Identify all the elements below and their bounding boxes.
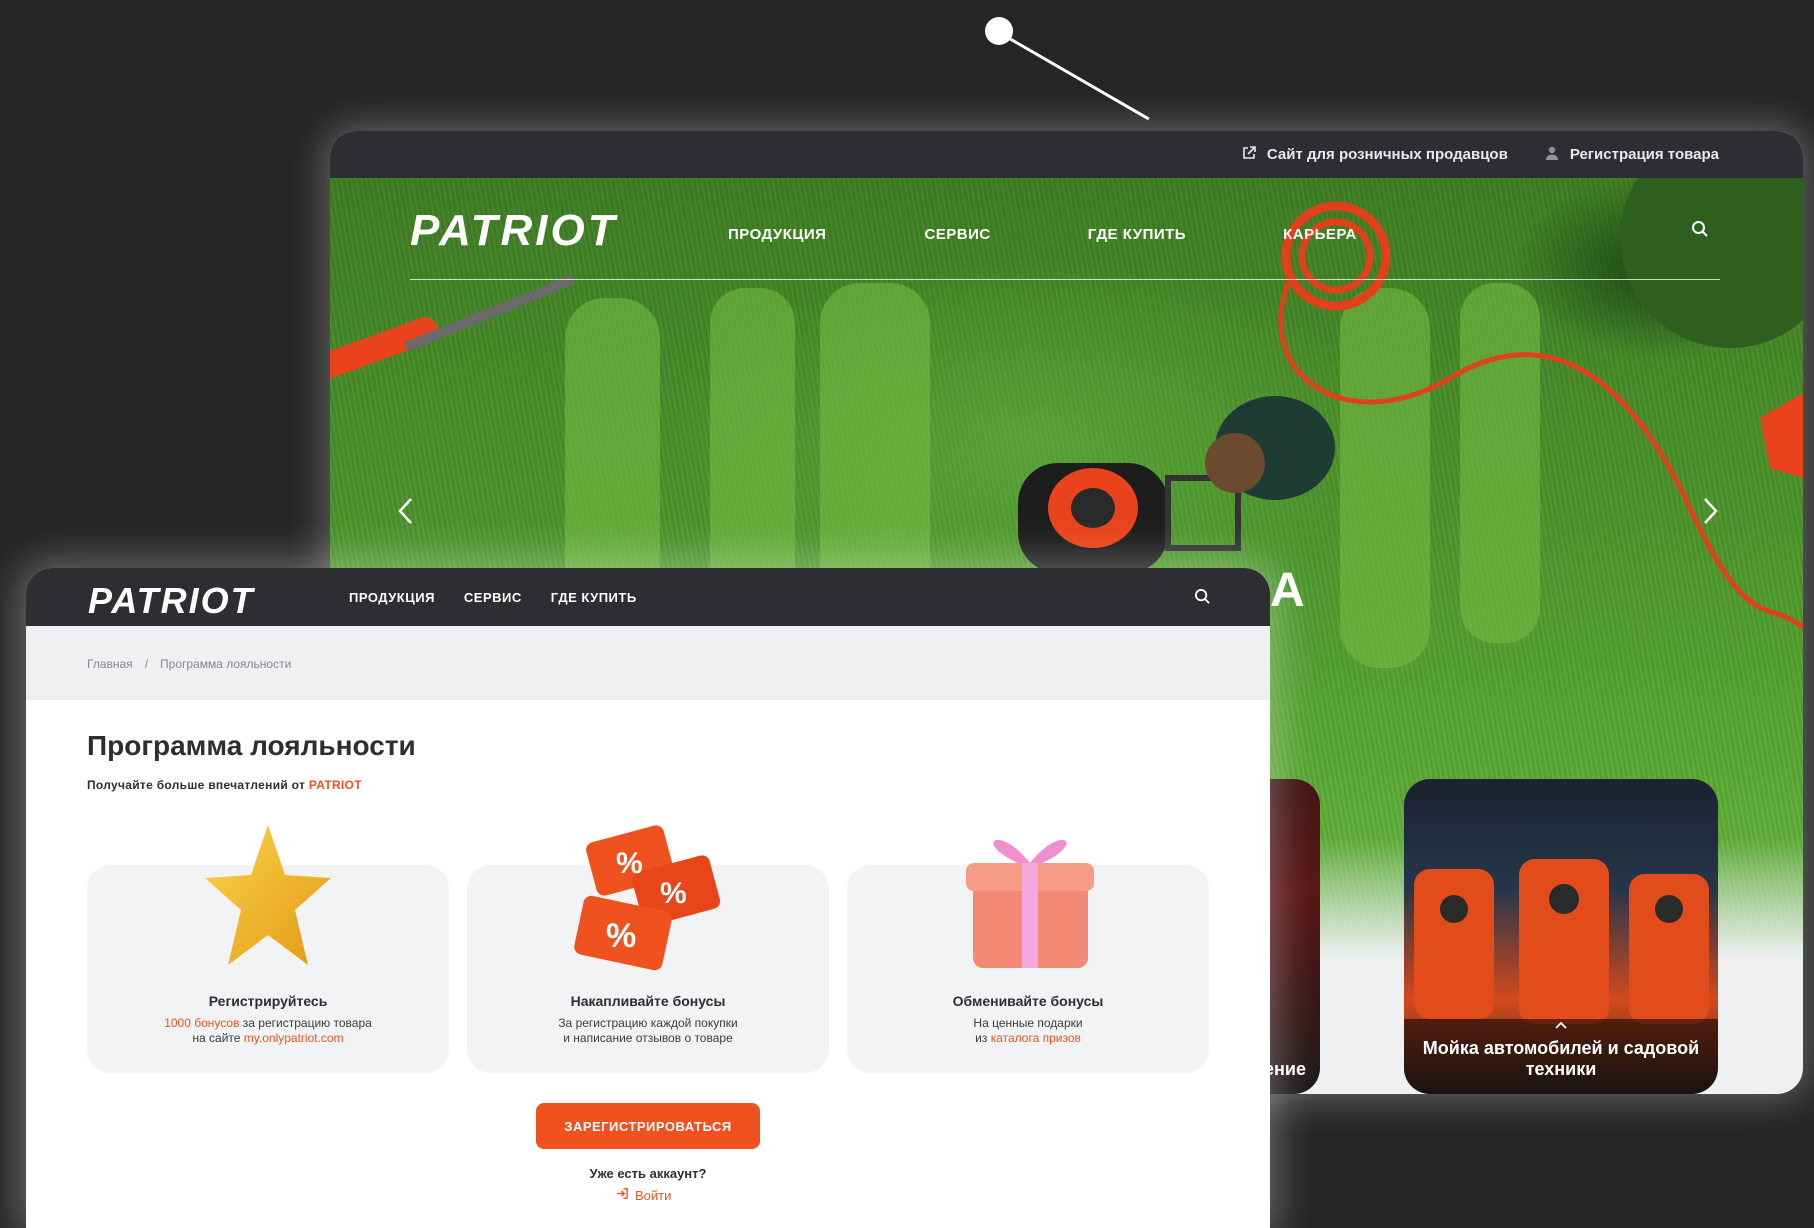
site-link[interactable]: my.onlypatriot.com	[244, 1031, 344, 1045]
benefit-line: на сайте	[192, 1031, 241, 1045]
back-nav-products[interactable]: ПРОДУКЦИЯ	[728, 226, 826, 243]
gift-icon	[958, 823, 1098, 978]
breadcrumb-current: Программа лояльности	[160, 657, 292, 671]
star-icon	[203, 820, 333, 975]
back-main-nav: ПРОДУКЦИЯ СЕРВИС ГДЕ КУПИТЬ КАРЬЕРА	[728, 226, 1357, 243]
front-header: PATRIOT ПРОДУКЦИЯ СЕРВИС ГДЕ КУПИТЬ	[26, 568, 1270, 626]
benefit-card-exchange: Обменивайте бонусы На ценные подарки из …	[847, 839, 1209, 1073]
percent-icon: % % %	[568, 825, 728, 980]
benefit-line: из	[975, 1031, 988, 1045]
breadcrumb-separator: /	[144, 657, 149, 671]
svg-text:%: %	[606, 917, 636, 955]
benefit-title: Накапливайте бонусы	[570, 993, 726, 1009]
benefit-card-accumulate: % % % Накапливайте бонусы За регистрацию…	[467, 825, 829, 1073]
svg-text:%: %	[660, 877, 687, 910]
chevron-right-icon[interactable]	[1700, 496, 1720, 531]
nav-products[interactable]: ПРОДУКЦИЯ	[349, 590, 435, 605]
benefit-description: 1000 бонусов за регистрацию товара на са…	[87, 1016, 449, 1046]
product-registration-link[interactable]: Регистрация товара	[1544, 145, 1719, 165]
category-caption: Мойка автомобилей и садовой техники	[1422, 1038, 1700, 1079]
product-registration-label: Регистрация товара	[1569, 146, 1719, 163]
external-link-icon	[1241, 145, 1257, 165]
top-utility-bar: Сайт для розничных продавцов Регистрация…	[330, 131, 1803, 178]
subtitle-brand: PATRIOT	[308, 778, 362, 792]
category-card-car-wash[interactable]: Мойка автомобилей и садовой техники	[1404, 779, 1718, 1094]
back-nav-service[interactable]: СЕРВИС	[924, 226, 990, 243]
pointer-dot	[985, 17, 1013, 45]
chevron-left-icon[interactable]	[396, 496, 416, 531]
benefit-line: На ценные подарки	[973, 1016, 1083, 1030]
svg-text:%: %	[616, 847, 643, 880]
nav-service[interactable]: СЕРВИС	[464, 590, 522, 605]
chevron-up-icon[interactable]	[1554, 1017, 1568, 1035]
bonus-highlight: 1000 бонусов	[164, 1016, 240, 1030]
subtitle-text: Получайте больше впечатлений от	[87, 778, 306, 792]
have-account-text: Уже есть аккаунт?	[589, 1166, 707, 1181]
loyalty-program-window: PATRIOT ПРОДУКЦИЯ СЕРВИС ГДЕ КУПИТЬ Глав…	[26, 568, 1270, 1228]
login-icon	[616, 1187, 629, 1203]
retail-sellers-link[interactable]: Сайт для розничных продавцов	[1241, 145, 1508, 165]
nav-where-to-buy[interactable]: ГДЕ КУПИТЬ	[551, 590, 637, 605]
user-icon	[1544, 145, 1560, 165]
login-label: Войти	[635, 1187, 672, 1203]
back-nav-where-to-buy[interactable]: ГДЕ КУПИТЬ	[1088, 226, 1186, 243]
retail-sellers-label: Сайт для розничных продавцов	[1266, 146, 1508, 163]
front-logo[interactable]: PATRIOT	[88, 580, 255, 622]
prize-catalog-link[interactable]: каталога призов	[991, 1031, 1081, 1045]
login-link[interactable]: Войти	[616, 1187, 671, 1203]
benefit-line: за регистрацию товара	[242, 1016, 372, 1030]
benefit-description: За регистрацию каждой покупки и написани…	[467, 1016, 829, 1046]
register-button[interactable]: ЗАРЕГИСТРИРОВАТЬСЯ	[536, 1103, 760, 1149]
header-divider	[410, 279, 1720, 280]
search-icon[interactable]	[1194, 588, 1211, 610]
breadcrumb-home[interactable]: Главная	[87, 657, 133, 671]
search-icon[interactable]	[1691, 220, 1709, 243]
page-subtitle: Получайте больше впечатлений от PATRIOT	[87, 778, 362, 792]
benefit-line: и написание отзывов о товаре	[563, 1031, 733, 1045]
front-main-nav: ПРОДУКЦИЯ СЕРВИС ГДЕ КУПИТЬ	[349, 590, 637, 605]
breadcrumb: Главная / Программа лояльности	[26, 626, 1270, 700]
benefit-title: Обменивайте бонусы	[952, 993, 1104, 1009]
benefit-card-register: Регистрируйтесь 1000 бонусов за регистра…	[87, 825, 449, 1073]
hero-partial-text: А	[1270, 564, 1305, 617]
benefit-description: На ценные подарки из каталога призов	[847, 1016, 1209, 1046]
page-title: Программа лояльности	[87, 730, 416, 761]
back-nav-career[interactable]: КАРЬЕРА	[1283, 226, 1357, 243]
benefit-line: За регистрацию каждой покупки	[558, 1016, 738, 1030]
pointer-line	[998, 31, 1150, 121]
benefit-title: Регистрируйтесь	[208, 993, 328, 1009]
back-logo[interactable]: PATRIOT	[410, 206, 618, 256]
